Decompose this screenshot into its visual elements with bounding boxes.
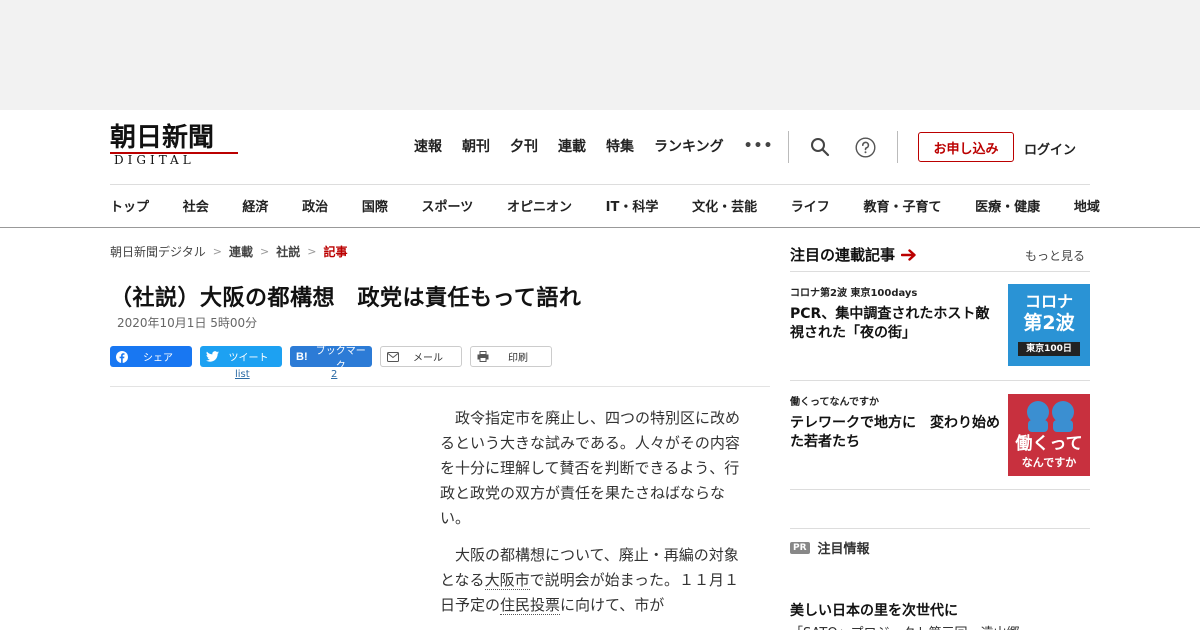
sidebar-divider (790, 271, 1090, 272)
mail-share-button[interactable]: メール (380, 346, 462, 367)
breadcrumb-separator: > (307, 245, 317, 258)
thumb-text: 東京100日 (1018, 342, 1080, 356)
breadcrumb: 朝日新聞デジタル > 連載 > 社説 > 記事 (110, 243, 347, 260)
breadcrumb-editorial[interactable]: 社説 (276, 243, 300, 260)
mail-icon (387, 351, 399, 362)
facebook-icon (116, 350, 128, 363)
series-title: PCR、集中調査されたホスト敵視された「夜の街」 (790, 306, 990, 341)
category-politics[interactable]: 政治 (302, 196, 328, 215)
sidebar-divider (790, 528, 1090, 529)
topnav-item-yukan[interactable]: 夕刊 (510, 138, 538, 156)
top-ad-area (0, 0, 1200, 110)
print-button[interactable]: 印刷 (470, 346, 552, 367)
category-it-science[interactable]: IT・科学 (606, 196, 659, 215)
category-local[interactable]: 地域 (1074, 196, 1100, 215)
series-title: テレワークで地方に 変わり始めた若者たち (790, 415, 1000, 450)
site-logo[interactable]: 朝日新聞 DIGITAL (110, 124, 242, 168)
breadcrumb-separator: > (260, 245, 270, 258)
category-society[interactable]: 社会 (183, 196, 209, 215)
top-nav: 速報 朝刊 夕刊 連載 特集 ランキング ••• (414, 138, 773, 156)
breadcrumb-current: 記事 (323, 245, 348, 259)
thumb-text: コロナ (1024, 292, 1073, 311)
thumb-text: 第2波 (1023, 312, 1075, 334)
topnav-item-rensai[interactable]: 連載 (558, 138, 586, 156)
sidebar-divider (790, 380, 1090, 381)
pr-section-header: PR 注目情報 (790, 538, 870, 557)
topnav-item-tokushu[interactable]: 特集 (606, 138, 634, 156)
nav-divider (897, 131, 898, 163)
featured-series-heading[interactable]: 注目の連載記事 (790, 244, 917, 265)
share-buttons: シェア ツイート B! ブックマーク メール 印刷 (110, 346, 552, 372)
hatena-bookmark-label: ブックマーク (315, 345, 366, 372)
pr-badge: PR (790, 541, 810, 554)
pr-article-title[interactable]: 美しい日本の里を次世代に (790, 600, 958, 620)
topnav-item-sokuho[interactable]: 速報 (414, 138, 442, 156)
category-culture[interactable]: 文化・芸能 (692, 196, 757, 215)
breadcrumb-separator: > (212, 245, 222, 258)
article-divider (110, 386, 770, 387)
topnav-item-ranking[interactable]: ランキング (654, 138, 724, 156)
thumb-text: 働くって (1015, 434, 1083, 454)
pr-label: 注目情報 (817, 542, 870, 557)
category-opinion[interactable]: オピニオン (507, 196, 572, 215)
logo-sub-text: DIGITAL (114, 153, 195, 167)
series-card[interactable]: コロナ第2波 東京100days PCR、集中調査されたホスト敵視された「夜の街… (790, 284, 1090, 366)
signup-button[interactable]: お申し込み (918, 132, 1014, 162)
category-nav: トップ 社会 経済 政治 国際 スポーツ オピニオン IT・科学 文化・芸能 ラ… (110, 196, 1100, 215)
category-education[interactable]: 教育・子育て (863, 196, 941, 215)
twitter-share-button[interactable]: ツイート (200, 346, 282, 367)
category-health[interactable]: 医療・健康 (975, 196, 1040, 215)
series-thumbnail-work: 働くって なんですか (1008, 394, 1090, 476)
category-economy[interactable]: 経済 (242, 196, 268, 215)
print-icon (477, 351, 489, 362)
breadcrumb-rensai[interactable]: 連載 (229, 243, 253, 260)
category-life[interactable]: ライフ (791, 196, 830, 215)
topnav-item-choukan[interactable]: 朝刊 (462, 138, 490, 156)
article-title: （社説）大阪の都構想 政党は責任もって語れ (110, 286, 582, 311)
category-international[interactable]: 国際 (362, 196, 388, 215)
site-header: 朝日新聞 DIGITAL 速報 朝刊 夕刊 連載 特集 ランキング ••• お申… (0, 110, 1200, 228)
sidebar-divider (790, 489, 1090, 490)
print-label: 印刷 (508, 353, 528, 364)
see-more-link[interactable]: もっと見る (1025, 247, 1085, 264)
people-illustration (1027, 401, 1074, 432)
logo-underline (110, 152, 238, 154)
category-sports[interactable]: スポーツ (422, 196, 474, 215)
more-menu-icon[interactable]: ••• (744, 138, 774, 156)
login-link[interactable]: ログイン (1024, 139, 1076, 158)
series-thumbnail-corona: コロナ 第2波 東京100日 (1008, 284, 1090, 366)
hatena-count-link[interactable]: 2 (331, 369, 337, 380)
series-card[interactable]: 働くってなんですか テレワークで地方に 変わり始めた若者たち 働くって なんです… (790, 393, 1090, 476)
facebook-share-button[interactable]: シェア (110, 346, 192, 367)
twitter-icon (206, 351, 219, 362)
article-date: 2020年10月1日 5時00分 (117, 316, 258, 330)
article-paragraph: 大阪の都構想について、廃止・再編の対象となる大阪市で説明会が始まった。１１月１日… (440, 543, 750, 618)
help-icon[interactable] (854, 136, 876, 158)
twitter-count-link[interactable]: list (235, 369, 250, 380)
mail-share-label: メール (413, 353, 443, 364)
header-divider (110, 184, 1090, 185)
thumb-text: なんですか (1021, 456, 1077, 469)
breadcrumb-home[interactable]: 朝日新聞デジタル (110, 243, 206, 260)
article-paragraph: 政令指定市を廃止し、四つの特別区に改めるという大きな試みである。人々がその内容を… (440, 409, 741, 527)
pr-article-subtitle[interactable]: 「SATO」プロジェクト第三回 遠山郷 (790, 622, 1020, 630)
twitter-share-label: ツイート (228, 353, 269, 364)
facebook-share-label: シェア (143, 353, 173, 364)
arrow-right-icon (901, 248, 916, 261)
category-top[interactable]: トップ (110, 196, 149, 215)
hatena-bookmark-button[interactable]: B! ブックマーク (290, 346, 372, 372)
hatena-icon: B! (296, 350, 308, 363)
search-icon[interactable] (809, 136, 831, 158)
keyword-link-osaka-city[interactable]: 大阪市 (484, 571, 530, 590)
nav-divider (788, 131, 789, 163)
keyword-link-referendum[interactable]: 住民投票 (500, 596, 561, 615)
article-text: に向けて、市が (560, 596, 665, 614)
logo-main-text: 朝日新聞 (110, 123, 215, 153)
featured-series-title: 注目の連載記事 (790, 246, 896, 264)
article-body: 政令指定市を廃止し、四つの特別区に改めるという大きな試みである。人々がその内容を… (440, 406, 750, 630)
